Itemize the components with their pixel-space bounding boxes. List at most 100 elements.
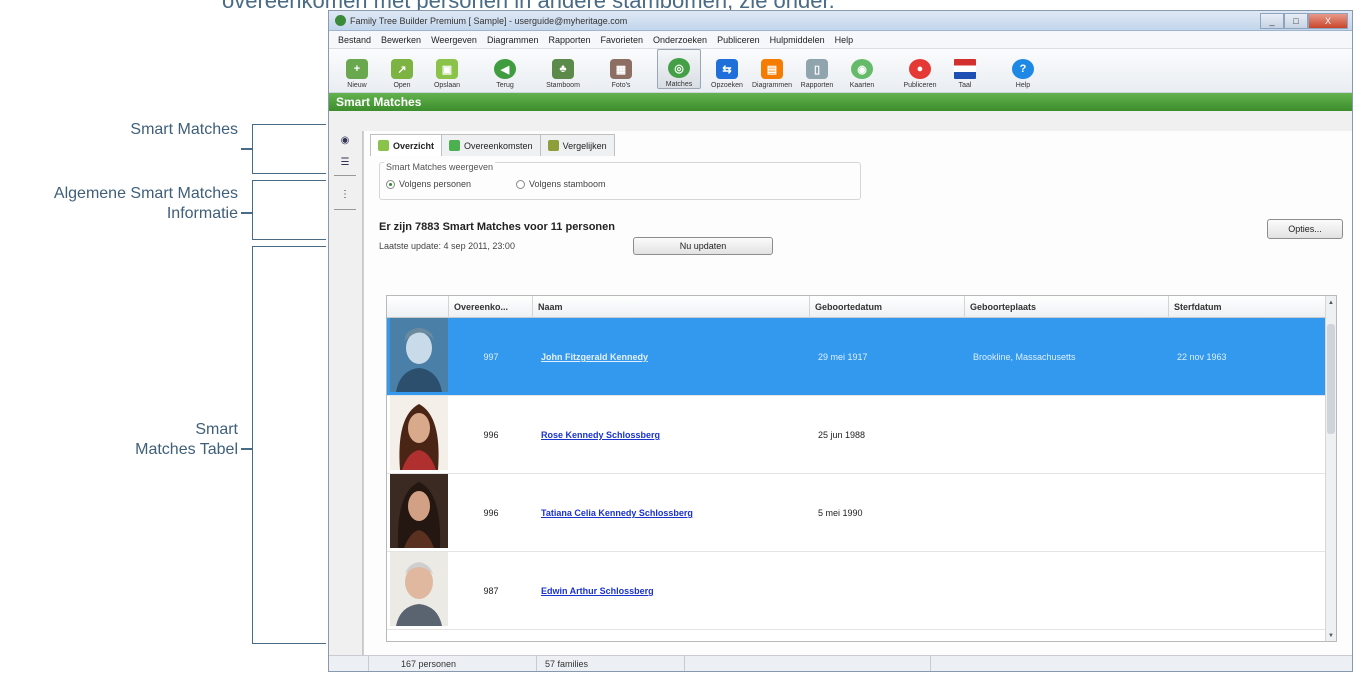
toolbar-charts-button[interactable]: ▤ Diagrammen	[750, 49, 794, 89]
toolbar-label: Open	[393, 82, 411, 89]
toolbar-help-button[interactable]: ? Help	[1001, 49, 1045, 89]
toolbar-tree-button[interactable]: ♣ Stamboom	[541, 49, 585, 89]
menu-onderzoeken[interactable]: Onderzoeken	[648, 35, 712, 45]
table-row[interactable]: 996 Tatiana Celia Kennedy Schlossberg 5 …	[387, 474, 1327, 552]
table-row[interactable]: 996 Rose Kennedy Schlossberg 25 jun 1988	[387, 396, 1327, 474]
callout-tick	[241, 212, 253, 214]
column-header-birth-place[interactable]: Geboorteplaats	[965, 296, 1169, 318]
menu-bewerken[interactable]: Bewerken	[376, 35, 426, 45]
new-icon: +	[346, 59, 368, 79]
tree-view-icon[interactable]: ⋮	[337, 187, 353, 201]
status-empty	[685, 656, 931, 671]
toolbar-reports-button[interactable]: ▯ Rapporten	[795, 49, 839, 89]
person-link[interactable]: Rose Kennedy Schlossberg	[541, 430, 660, 440]
table-row[interactable]: 987 Edwin Arthur Schlossberg	[387, 552, 1327, 630]
birth-date-cell: 5 mei 1990	[818, 508, 863, 518]
table-scrollbar[interactable]: ▲ ▼	[1325, 296, 1336, 641]
toolbar-maps-button[interactable]: ◉ Kaarten	[840, 49, 884, 89]
app-window: Family Tree Builder Premium [ Sample] - …	[328, 10, 1353, 672]
toolbar-photos-button[interactable]: ▦ Foto's	[599, 49, 643, 89]
person-link[interactable]: John Fitzgerald Kennedy	[541, 352, 648, 362]
toolbar-label: Terug	[496, 82, 514, 89]
column-header-photo[interactable]	[387, 296, 449, 318]
name-cell: Edwin Arthur Schlossberg	[533, 552, 810, 630]
menu-publiceren[interactable]: Publiceren	[712, 35, 765, 45]
rail-divider	[334, 209, 356, 210]
menu-hulpmiddelen[interactable]: Hulpmiddelen	[765, 35, 830, 45]
death-date-cell	[1169, 552, 1327, 630]
toolbar-publish-button[interactable]: ● Publiceren	[898, 49, 942, 89]
last-update-text: Laatste update: 4 sep 2011, 23:00	[379, 241, 515, 251]
toolbar-open-button[interactable]: ↗ Open	[380, 49, 424, 89]
minimize-button[interactable]: _	[1260, 12, 1284, 29]
maximize-button[interactable]: □	[1284, 12, 1308, 29]
menu-weergeven[interactable]: Weergeven	[426, 35, 482, 45]
tab-bar: Overzicht Overeenkomsten Vergelijken	[370, 134, 615, 156]
toolbar-label: Nieuw	[347, 82, 367, 89]
menu-diagrammen[interactable]: Diagrammen	[482, 35, 544, 45]
table-row[interactable]: 997 John Fitzgerald Kennedy 29 mei 1917 …	[387, 318, 1327, 396]
column-header-score[interactable]: Overeenko...	[449, 296, 533, 318]
score-cell: 987	[483, 586, 499, 596]
person-link[interactable]: Tatiana Celia Kennedy Schlossberg	[541, 508, 693, 518]
birth-place-cell: Brookline, Massachusetts	[973, 352, 1076, 362]
callout-table-line2: Matches Tabel	[135, 441, 238, 458]
scroll-up-icon[interactable]: ▲	[1326, 298, 1336, 308]
tab-label: Overeenkomsten	[464, 140, 533, 151]
radio-button[interactable]	[386, 179, 395, 189]
menu-rapporten[interactable]: Rapporten	[543, 35, 595, 45]
person-link[interactable]: Edwin Arthur Schlossberg	[541, 586, 654, 596]
person-photo	[390, 474, 448, 548]
person-photo	[390, 318, 448, 392]
options-button[interactable]: Opties...	[1267, 219, 1343, 239]
toolbar-label: Opslaan	[433, 82, 461, 89]
score-cell: 997	[483, 352, 499, 362]
help-icon: ?	[1012, 59, 1034, 79]
toolbar-search-button[interactable]: ⇆ Opzoeken	[705, 49, 749, 89]
name-cell: Tatiana Celia Kennedy Schlossberg	[533, 474, 810, 552]
toolbar-label: Diagrammen	[751, 82, 793, 89]
menu-help[interactable]: Help	[830, 35, 859, 45]
scroll-down-icon[interactable]: ▼	[1326, 631, 1336, 641]
charts-icon: ▤	[761, 59, 783, 79]
summary-text: Er zijn 7883 Smart Matches voor 11 perso…	[379, 221, 615, 233]
column-header-name[interactable]: Naam	[533, 296, 810, 318]
column-header-death-date[interactable]: Sterfdatum	[1169, 296, 1327, 318]
callout-bracket-table	[252, 246, 326, 644]
photos-icon: ▦	[610, 59, 632, 79]
tab-overview[interactable]: Overzicht	[370, 134, 443, 156]
menu-bestand[interactable]: Bestand	[333, 35, 376, 45]
callout-general-info-line2: Informatie	[166, 205, 238, 222]
toolbar-language-button[interactable]: Taal	[943, 49, 987, 89]
list-view-icon[interactable]: ☰	[337, 155, 353, 169]
person-photo	[390, 552, 448, 626]
close-button[interactable]: X	[1308, 12, 1348, 29]
toolbar-new-button[interactable]: + Nieuw	[335, 49, 379, 89]
toolbar-label: Stamboom	[546, 82, 580, 89]
toolbar-label: Kaarten	[849, 82, 875, 89]
window-title: Family Tree Builder Premium [ Sample] - …	[350, 15, 628, 26]
update-now-button[interactable]: Nu updaten	[633, 237, 773, 255]
view-toggle-icon[interactable]: ◉	[337, 133, 353, 147]
birth-date-cell: 25 jun 1988	[818, 430, 866, 440]
toolbar-back-button[interactable]: ◀ Terug	[483, 49, 527, 89]
toolbar-save-button[interactable]: ▣ Opslaan	[425, 49, 469, 89]
name-cell: Rose Kennedy Schlossberg	[533, 396, 810, 474]
toolbar-matches-button[interactable]: ◎ Matches	[657, 49, 701, 89]
radio-button[interactable]	[516, 179, 525, 189]
radio-by-persons[interactable]: Volgens personen	[386, 179, 471, 189]
death-date-cell	[1169, 396, 1327, 474]
tab-compare[interactable]: Vergelijken	[539, 134, 615, 156]
scroll-thumb[interactable]	[1327, 324, 1335, 434]
radio-by-tree[interactable]: Volgens stamboom	[516, 179, 606, 189]
matches-grid-icon	[449, 140, 461, 151]
tab-matches[interactable]: Overeenkomsten	[441, 134, 541, 156]
column-header-birth-date[interactable]: Geboortedatum	[810, 296, 965, 318]
callout-tick	[241, 148, 253, 150]
toolbar-label: Opzoeken	[711, 82, 743, 89]
toolbar-label: Rapporten	[800, 82, 834, 89]
birth-date-cell: 29 mei 1917	[818, 352, 868, 362]
menu-favorieten[interactable]: Favorieten	[596, 35, 649, 45]
birth-place-cell	[965, 474, 1169, 552]
photo-cell	[387, 474, 449, 551]
